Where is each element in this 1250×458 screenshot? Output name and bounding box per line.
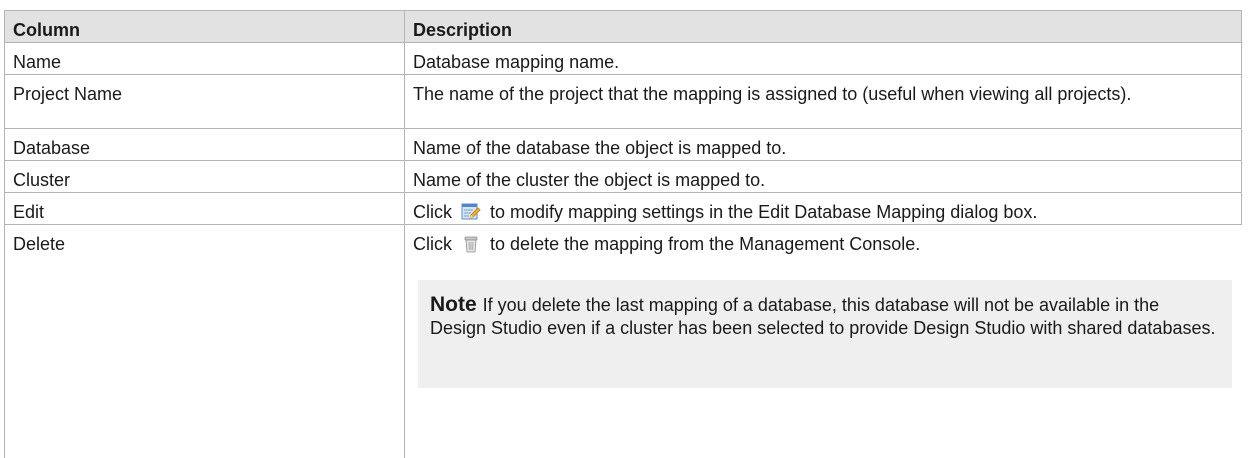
trash-icon[interactable] (461, 234, 481, 254)
edit-icon[interactable] (461, 202, 481, 222)
delete-description-text: to delete the mapping from the Managemen… (490, 234, 921, 254)
row-database-description: Name of the database the object is mappe… (413, 138, 787, 158)
edit-click-text: Click (413, 202, 452, 222)
note-box: Note If you delete the last mapping of a … (418, 280, 1232, 388)
row-project-name-column: Project Name (13, 84, 123, 104)
header-column: Column (13, 20, 80, 40)
edit-description-text: to modify mapping settings in the Edit D… (490, 202, 1038, 222)
delete-click-text: Click (413, 234, 452, 254)
row-edit-description: Click to modify mapping settings in the … (413, 201, 1235, 224)
row-cluster-column: Cluster (13, 170, 71, 190)
row-delete-description: Click to delete the mapping from the Man… (413, 233, 1235, 256)
row-delete-column: Delete (13, 234, 66, 254)
row-database-column: Database (13, 138, 91, 158)
mapping-table: Column Description Name Database mapping… (4, 10, 1242, 458)
note-content: Note If you delete the last mapping of a … (430, 293, 1220, 340)
row-edit-column: Edit (13, 202, 45, 222)
note-label: Note (430, 293, 477, 316)
row-name-description: Database mapping name. (413, 52, 620, 72)
note-text: If you delete the last mapping of a data… (430, 295, 1216, 338)
row-project-name-description: The name of the project that the mapping… (413, 84, 1132, 104)
row-cluster-description: Name of the cluster the object is mapped… (413, 170, 766, 190)
header-description: Description (413, 20, 513, 40)
row-name-column: Name (13, 52, 62, 72)
